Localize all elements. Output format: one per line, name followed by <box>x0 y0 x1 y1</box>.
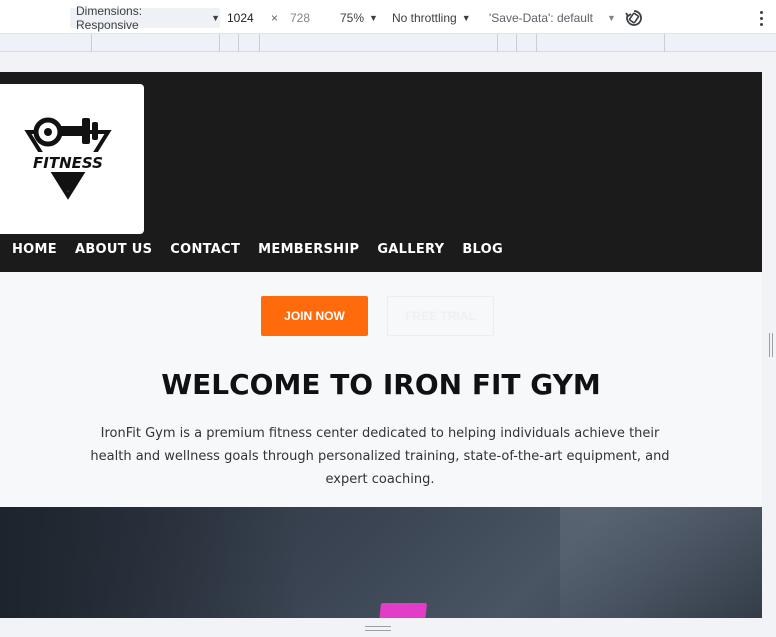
more-options-icon[interactable] <box>754 8 768 28</box>
media-query-ruler[interactable] <box>0 34 776 52</box>
caret-down-icon: ▼ <box>369 13 378 23</box>
rotate-icon[interactable] <box>624 8 644 28</box>
caret-down-icon: ▼ <box>461 13 471 23</box>
save-data-label: 'Save-Data': default <box>489 11 593 25</box>
nav-membership[interactable]: MEMBERSHIP <box>258 242 359 257</box>
fitness-logo-icon: FITNESS <box>24 117 112 200</box>
free-trial-button[interactable]: FREE TRIAL <box>387 296 494 336</box>
height-input[interactable] <box>286 9 332 27</box>
nav-home[interactable]: HOME <box>12 242 57 257</box>
resize-handle-right[interactable] <box>769 333 773 357</box>
throttling-label: No throttling <box>392 11 457 25</box>
intro-paragraph: IronFit Gym is a premium fitness center … <box>90 426 670 487</box>
caret-down-icon: ▼ <box>211 13 220 23</box>
page-viewport: FITNESS HOME ABOUT US CONTACT MEMBERSHIP… <box>0 72 762 618</box>
dimensions-label: Dimensions: Responsive <box>76 4 143 32</box>
zoom-label: 75% <box>340 11 365 25</box>
cta-buttons: JOIN NOW FREE TRIAL <box>0 296 762 336</box>
throttling-dropdown[interactable]: No throttling ▼ <box>392 8 471 28</box>
logo[interactable]: FITNESS <box>0 84 144 234</box>
nav-about-us[interactable]: ABOUT US <box>75 242 152 257</box>
times-separator: × <box>271 11 279 25</box>
dimensions-dropdown[interactable]: Dimensions: Responsive ▼ <box>70 4 220 32</box>
hero-image <box>0 507 762 618</box>
main-nav: HOME ABOUT US CONTACT MEMBERSHIP GALLERY… <box>12 242 503 257</box>
svg-text:FITNESS: FITNESS <box>33 154 103 172</box>
resize-handle-bottom[interactable] <box>365 626 391 631</box>
device-toolbar: Dimensions: Responsive ▼ × 75% ▼ No thro… <box>0 0 776 34</box>
top-gutter <box>0 52 776 72</box>
nav-gallery[interactable]: GALLERY <box>377 242 444 257</box>
page-title: WELCOME TO IRON FIT GYM <box>161 368 601 401</box>
join-now-button[interactable]: JOIN NOW <box>261 296 368 336</box>
save-data-dropdown[interactable]: 'Save-Data': default ▼ <box>489 8 616 28</box>
site-header: FITNESS HOME ABOUT US CONTACT MEMBERSHIP… <box>0 72 762 272</box>
nav-contact[interactable]: CONTACT <box>170 242 240 257</box>
nav-blog[interactable]: BLOG <box>462 242 503 257</box>
width-input[interactable] <box>223 9 269 27</box>
zoom-dropdown[interactable]: 75% ▼ <box>340 8 378 28</box>
caret-down-icon: ▼ <box>606 13 616 23</box>
